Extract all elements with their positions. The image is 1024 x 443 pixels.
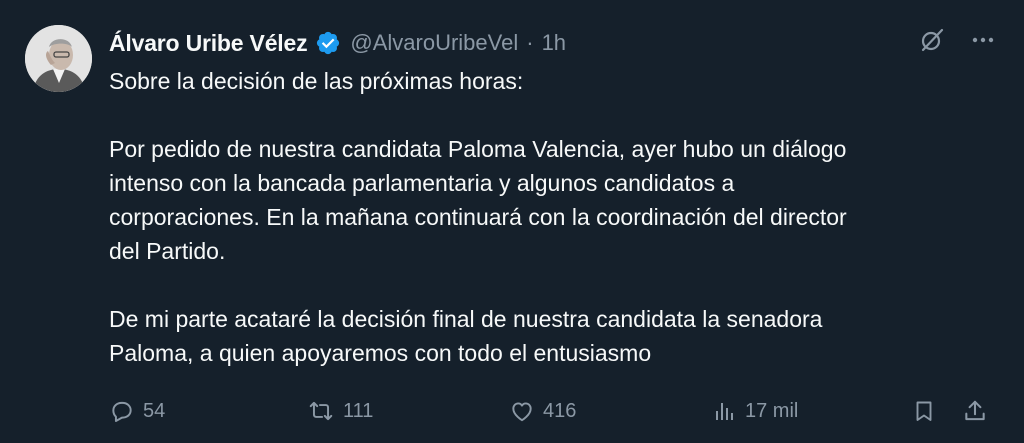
tweet-card[interactable]: Álvaro Uribe Vélez @AlvaroUribeVel · 1h	[0, 0, 1024, 443]
share-icon	[962, 398, 988, 424]
tweet-header: Álvaro Uribe Vélez @AlvaroUribeVel · 1h	[109, 26, 566, 60]
author-avatar[interactable]	[25, 25, 92, 92]
views-count: 17 mil	[745, 399, 799, 422]
views-button[interactable]: 17 mil	[713, 398, 798, 424]
tweet-line: Por pedido de nuestra candidata Paloma V…	[109, 136, 847, 162]
header-actions	[918, 26, 996, 54]
tweet-line: corporaciones. En la mañana continuará c…	[109, 204, 847, 230]
tweet-line: Sobre la decisión de las próximas horas:	[109, 68, 524, 94]
reply-button[interactable]: 54	[109, 398, 165, 424]
tweet-line: De mi parte acataré la decisión final de…	[109, 306, 823, 332]
reply-count: 54	[143, 399, 166, 422]
verified-badge-icon[interactable]	[315, 30, 341, 56]
tweet-actions-bar: 54 111 416 17 mil	[109, 394, 994, 428]
retweet-count: 111	[343, 399, 374, 422]
tweet-timestamp[interactable]: 1h	[542, 30, 566, 56]
tweet-line: del Partido.	[109, 238, 226, 264]
reply-icon	[109, 398, 135, 424]
views-icon	[713, 398, 737, 424]
tweet-line: intenso con la bancada parlamentaria y a…	[109, 170, 735, 196]
tweet-line: Paloma, a quien apoyaremos con todo el e…	[109, 340, 652, 366]
share-button[interactable]	[962, 398, 988, 424]
bookmark-button[interactable]	[912, 398, 936, 424]
author-handle[interactable]: @AlvaroUribeVel	[350, 30, 518, 56]
author-name[interactable]: Álvaro Uribe Vélez	[109, 30, 308, 57]
like-count: 416	[543, 399, 577, 422]
retweet-icon	[307, 398, 335, 424]
like-button[interactable]: 416	[509, 398, 576, 424]
bookmark-icon	[912, 398, 936, 424]
tweet-text: Sobre la decisión de las próximas horas:…	[109, 64, 969, 370]
retweet-button[interactable]: 111	[307, 398, 373, 424]
grok-icon[interactable]	[918, 26, 946, 54]
separator-dot: ·	[526, 30, 534, 55]
like-icon	[509, 398, 535, 424]
more-options-icon[interactable]	[970, 27, 996, 53]
